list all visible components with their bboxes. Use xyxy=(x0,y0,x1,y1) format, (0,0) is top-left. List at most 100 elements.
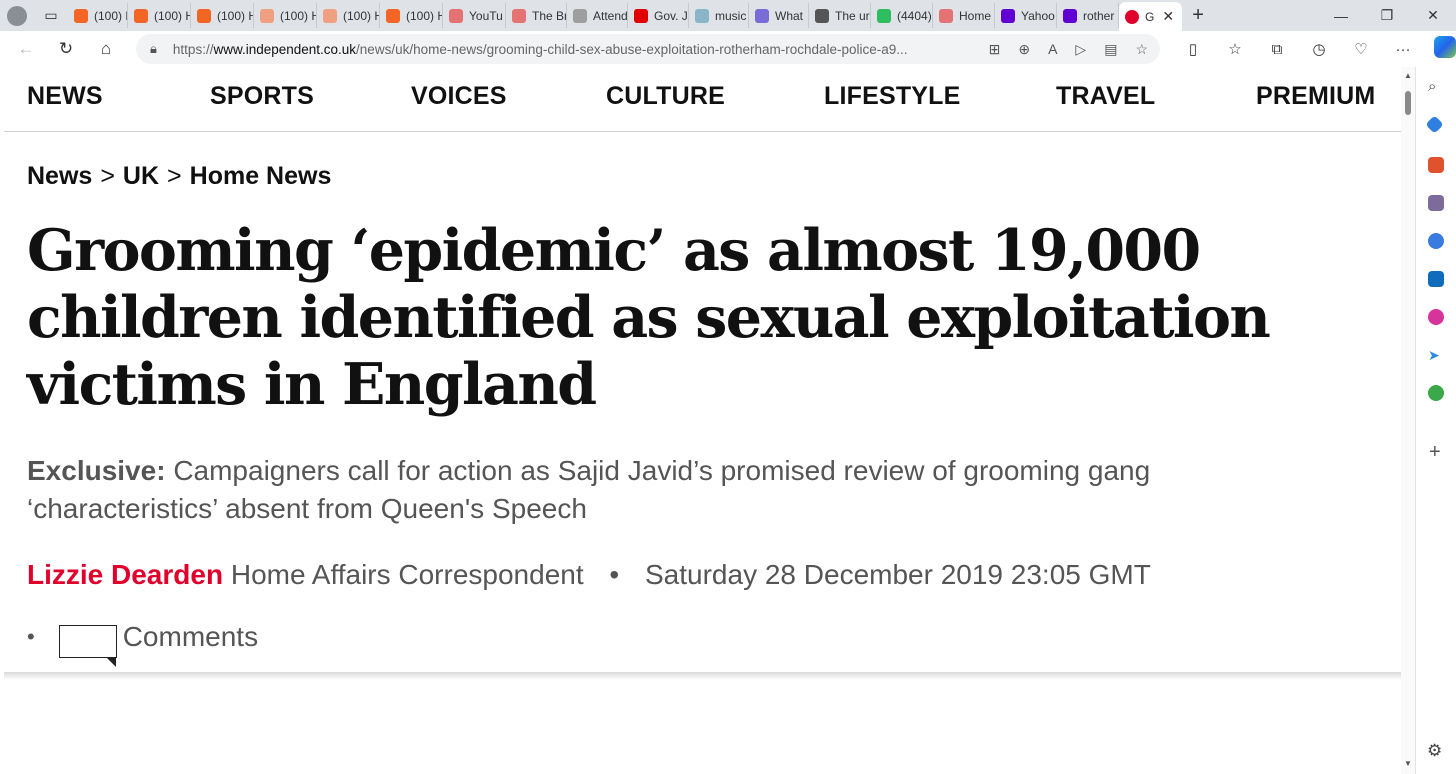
reload-button[interactable]: ↻ xyxy=(46,31,86,67)
maximize-button[interactable]: ❐ xyxy=(1364,0,1410,31)
favorites-icon[interactable]: ☆ xyxy=(1214,40,1256,58)
read-aloud-icon[interactable]: A xyxy=(1048,41,1057,57)
back-button[interactable]: ← xyxy=(6,31,46,67)
comment-bubble-icon xyxy=(58,625,117,667)
tab-title: music xyxy=(715,8,747,23)
media-icon[interactable]: ▷ xyxy=(1075,41,1086,58)
tab-title: rother xyxy=(1083,8,1115,23)
close-window-button[interactable]: ✕ xyxy=(1410,0,1456,31)
breadcrumb-separator: > xyxy=(167,162,182,190)
nav-news[interactable]: NEWS xyxy=(27,82,103,111)
browser-toolbar: ← ↻ ⌂ 🔒︎ https://www.independent.co.uk/n… xyxy=(0,31,1456,67)
site-nav: NEWS SPORTS VOICES CULTURE LIFESTYLE TRA… xyxy=(4,67,1401,132)
tab-title: (4404) xyxy=(897,8,932,23)
browser-tab[interactable]: (4404) xyxy=(871,3,933,28)
shopping-tag-icon[interactable] xyxy=(1425,115,1444,134)
nav-voices[interactable]: VOICES xyxy=(411,82,507,111)
author-role: Home Affairs Correspondent xyxy=(230,559,584,590)
browser-tab[interactable]: rother xyxy=(1057,3,1119,28)
search-icon[interactable]: ⌕ xyxy=(1428,78,1444,95)
tab-title: Yahoo xyxy=(1021,8,1055,23)
nav-culture[interactable]: CULTURE xyxy=(606,82,725,111)
browser-tab[interactable]: (100) H xyxy=(254,3,317,28)
history-icon[interactable]: ◷ xyxy=(1298,40,1340,58)
tabs: (100) E (100) H (100) H (100) H (100) H (100)… xyxy=(68,0,1183,31)
browser-tab[interactable]: Attend xyxy=(567,3,628,28)
browser-tab[interactable]: (100) H xyxy=(317,3,380,28)
tab-favicon-icon xyxy=(939,8,953,23)
favorite-star-icon[interactable]: ☆ xyxy=(1135,41,1148,58)
browser-tab[interactable]: (100) H xyxy=(191,3,254,28)
browser-tab[interactable]: (100) E xyxy=(68,3,128,28)
breadcrumb-home-news[interactable]: Home News xyxy=(190,162,332,190)
breadcrumb-uk[interactable]: UK xyxy=(123,162,159,190)
microsoft-365-icon[interactable] xyxy=(1428,233,1444,249)
tab-title: (100) H xyxy=(154,8,191,23)
tab-title: Attend xyxy=(593,8,628,23)
profile-icon xyxy=(7,5,27,26)
collections-icon[interactable]: ⧉ xyxy=(1256,41,1298,58)
browser-tab[interactable]: The ur xyxy=(809,3,871,28)
nav-travel[interactable]: TRAVEL xyxy=(1056,82,1155,111)
author-link[interactable]: Lizzie Dearden xyxy=(27,559,223,590)
scrollbar-thumb[interactable] xyxy=(1405,91,1411,115)
url-text[interactable]: https://www.independent.co.uk/news/uk/ho… xyxy=(173,42,913,57)
scroll-up-icon[interactable]: ▲ xyxy=(1404,71,1412,80)
minimize-button[interactable]: — xyxy=(1318,0,1364,31)
nav-premium[interactable]: PREMIUM xyxy=(1256,82,1375,111)
immersive-reader-icon[interactable]: ▤ xyxy=(1104,41,1117,58)
active-browser-tab[interactable]: G ✕ xyxy=(1119,2,1183,31)
byline: Lizzie Dearden Home Affairs Corresponden… xyxy=(27,559,1151,591)
browser-tab[interactable]: Gov. J xyxy=(628,3,689,28)
browser-essentials-icon[interactable]: ♡ xyxy=(1340,40,1382,58)
tab-favicon-icon xyxy=(323,8,337,23)
new-tab-button[interactable]: + xyxy=(1182,4,1214,27)
browser-tab[interactable]: Home xyxy=(933,3,995,28)
address-bar[interactable]: 🔒︎ https://www.independent.co.uk/news/uk… xyxy=(136,34,1160,64)
close-tab-icon[interactable]: ✕ xyxy=(1162,8,1174,25)
breadcrumb-news[interactable]: News xyxy=(27,162,92,190)
apps-icon[interactable]: ⊞ xyxy=(989,41,1001,58)
scroll-down-icon[interactable]: ▼ xyxy=(1404,759,1412,768)
browser-tab[interactable]: YouTu xyxy=(443,3,506,28)
tab-favicon-icon xyxy=(877,8,891,23)
profile-button[interactable] xyxy=(0,0,34,31)
copilot-button[interactable] xyxy=(1424,36,1456,62)
home-button[interactable]: ⌂ xyxy=(86,31,126,67)
split-screen-icon[interactable]: ▯ xyxy=(1172,40,1214,58)
zoom-icon[interactable]: ⊕ xyxy=(1018,41,1030,58)
comments-link[interactable]: • Comments xyxy=(27,615,259,667)
sidebar-settings-icon[interactable]: ⚙ xyxy=(1427,741,1442,761)
nav-sports[interactable]: SPORTS xyxy=(210,82,314,111)
add-sidebar-app-icon[interactable]: + xyxy=(1429,441,1441,464)
games-icon[interactable] xyxy=(1428,195,1444,211)
outlook-icon[interactable] xyxy=(1428,271,1444,287)
more-menu-icon[interactable]: ··· xyxy=(1382,41,1424,58)
tab-favicon-icon xyxy=(197,8,211,23)
browser-tab[interactable]: The Br xyxy=(506,3,567,28)
tree-icon[interactable] xyxy=(1428,385,1444,401)
nav-lifestyle[interactable]: LIFESTYLE xyxy=(824,82,961,111)
tab-favicon-icon xyxy=(1001,8,1015,23)
browser-tab[interactable]: Yahoo xyxy=(995,3,1057,28)
url-host: www.independent.co.uk xyxy=(213,41,357,57)
tab-favicon-icon xyxy=(449,8,463,23)
tab-strip: ▭ (100) E(100) H(100) H(100) H(100) H(10… xyxy=(0,0,1456,31)
browser-tab[interactable]: (100) H xyxy=(128,3,191,28)
page-scrollbar[interactable]: ▲ ▼ xyxy=(1401,67,1415,774)
breadcrumb: News > UK > Home News xyxy=(27,162,331,191)
browser-tab[interactable]: What xyxy=(749,3,809,28)
page-viewport: NEWS SPORTS VOICES CULTURE LIFESTYLE TRA… xyxy=(4,67,1401,774)
send-icon[interactable]: ➤ xyxy=(1428,347,1444,363)
designer-icon[interactable] xyxy=(1428,309,1444,325)
article-standfirst: Exclusive: Campaigners call for action a… xyxy=(27,452,1277,528)
comments-label: Comments xyxy=(122,620,259,652)
tab-favicon-icon xyxy=(815,8,829,23)
browser-tab[interactable]: music xyxy=(689,3,749,28)
browser-tab[interactable]: (100) H xyxy=(380,3,443,28)
tab-title: The Br xyxy=(532,8,567,23)
tab-title: Home xyxy=(959,8,992,23)
browser-right-tools: ▯ ☆ ⧉ ◷ ♡ ··· xyxy=(1172,31,1456,67)
tools-icon[interactable] xyxy=(1428,157,1444,173)
tab-actions-button[interactable]: ▭ xyxy=(34,0,68,31)
